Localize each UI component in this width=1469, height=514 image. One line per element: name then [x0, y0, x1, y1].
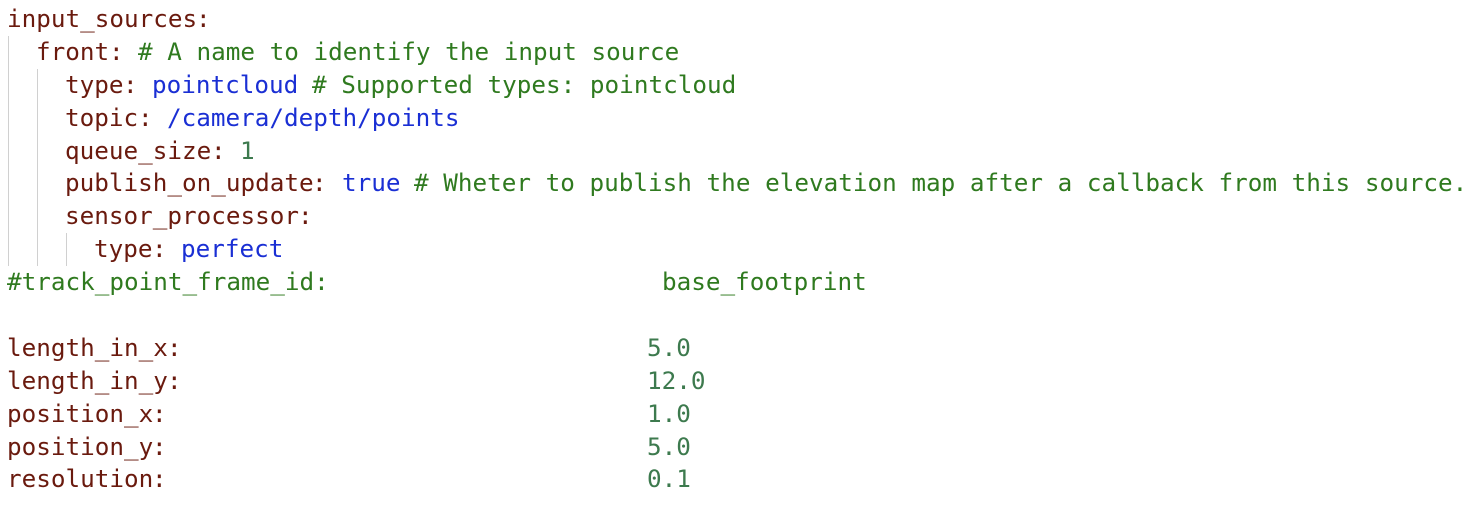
code-line: position_x: 1.0 [0, 398, 1469, 431]
yaml-key: length_in_x [7, 332, 168, 362]
yaml-colon: : [138, 102, 153, 132]
yaml-value: /camera/depth/points [167, 102, 460, 132]
indent-guide [8, 200, 9, 234]
code-line: position_y: 5.0 [0, 431, 1469, 464]
indent-guide [37, 167, 38, 201]
code-line: length_in_x: 5.0 [0, 332, 1469, 365]
yaml-key: topic [65, 102, 139, 132]
yaml-colon: : [211, 135, 226, 165]
yaml-key: resolution [7, 464, 154, 494]
yaml-key: length_in_y [7, 365, 168, 395]
yaml-comment: # A name to identify the input source [138, 36, 680, 66]
code-line: resolution: 0.1 [0, 463, 1469, 496]
indent-guide [8, 101, 9, 135]
code-line: input_sources: [0, 3, 1469, 36]
yaml-colon: : [109, 36, 124, 66]
code-line: front: # A name to identify the input so… [0, 35, 1469, 69]
indent-guide [8, 35, 9, 69]
yaml-editor[interactable]: input_sources: front: # A name to identi… [0, 3, 1469, 514]
yaml-colon: : [167, 332, 182, 362]
yaml-colon: : [196, 4, 211, 33]
yaml-value: 5.0 [647, 332, 691, 362]
yaml-colon: : [167, 365, 182, 395]
code-line: topic: /camera/depth/points [0, 101, 1469, 135]
indent-guide [37, 200, 38, 234]
indent-guide [8, 134, 9, 168]
yaml-key: front [36, 36, 110, 66]
yaml-colon: : [152, 431, 167, 461]
indent-guide [66, 233, 67, 267]
yaml-key: position_y [7, 431, 154, 461]
yaml-colon: : [123, 69, 138, 99]
yaml-value: pointcloud [152, 69, 299, 99]
yaml-value: 0.1 [647, 464, 691, 494]
yaml-colon: : [298, 201, 313, 231]
yaml-key: type [94, 234, 153, 264]
yaml-value: 1.0 [647, 398, 691, 428]
code-line: queue_size: 1 [0, 134, 1469, 168]
indent-guide [8, 68, 9, 102]
yaml-comment: # Wheter to publish the elevation map af… [414, 168, 1468, 198]
yaml-key: input_sources [7, 4, 198, 33]
code-line: type: pointcloud # Supported types: poin… [0, 68, 1469, 102]
yaml-value: true [342, 168, 401, 198]
yaml-comment-value: base_footprint [662, 267, 867, 297]
yaml-key: position_x [7, 398, 154, 428]
code-line: sensor_processor: [0, 200, 1469, 234]
indent-guide [37, 101, 38, 135]
yaml-comment: #track_point_frame_id: [7, 267, 329, 297]
yaml-colon: : [152, 398, 167, 428]
yaml-key: publish_on_update [65, 168, 314, 198]
yaml-colon: : [152, 464, 167, 494]
code-line: publish_on_update: true # Wheter to publ… [0, 167, 1469, 201]
yaml-key: sensor_processor [65, 201, 300, 231]
yaml-value: 5.0 [647, 431, 691, 461]
code-line: #track_point_frame_id: base_footprint [0, 266, 1469, 299]
yaml-value: 1 [240, 135, 255, 165]
indent-guide [8, 233, 9, 267]
indent-guide [37, 233, 38, 267]
code-line: type: perfect [0, 233, 1469, 267]
indent-guide [37, 68, 38, 102]
yaml-value: perfect [181, 234, 284, 264]
indent-guide [37, 134, 38, 168]
yaml-comment: # Supported types: pointcloud [312, 69, 737, 99]
code-line: length_in_y: 12.0 [0, 365, 1469, 398]
yaml-value: 12.0 [647, 365, 706, 395]
yaml-colon: : [152, 234, 167, 264]
yaml-key: type [65, 69, 124, 99]
indent-guide [8, 167, 9, 201]
yaml-colon: : [312, 168, 327, 198]
yaml-key: queue_size [65, 135, 212, 165]
